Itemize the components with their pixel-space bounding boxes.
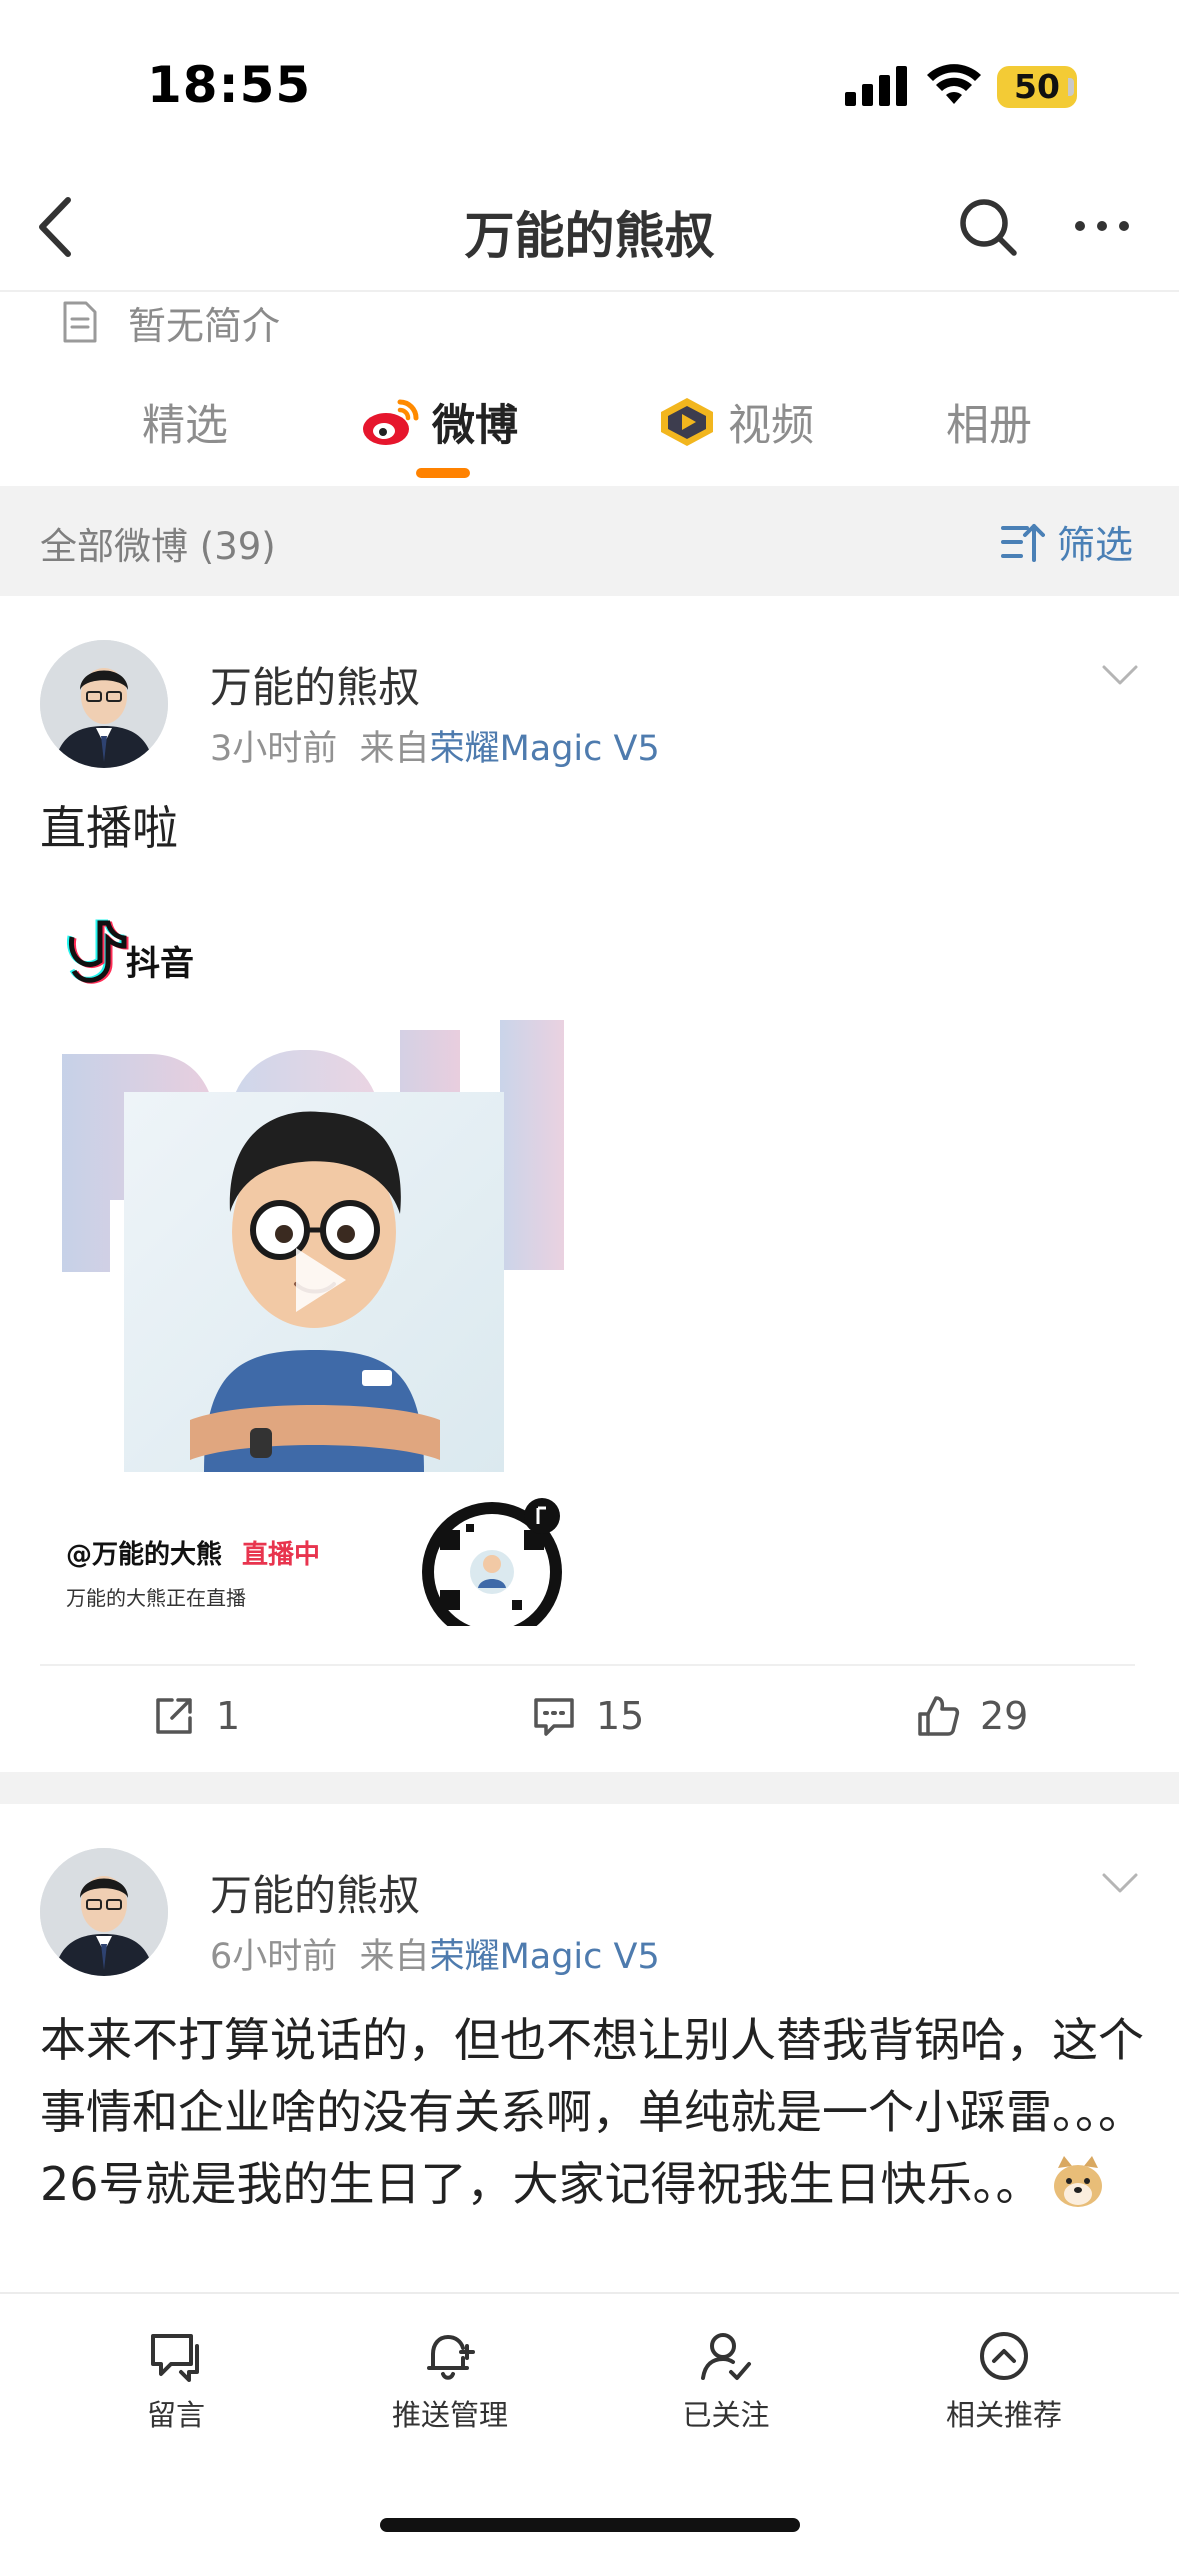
thumbs-up-icon [918,1696,960,1736]
live-card-image [40,900,588,1626]
filter-bar: 全部微博 (39) 筛选 [0,486,1179,596]
status-bar: 18:55 50 [0,0,1179,160]
bottom-action-bar: 留言 推送管理 已关注 相关推荐 [0,2292,1179,2556]
tab-featured[interactable]: 精选 [142,392,228,452]
filter-button[interactable]: 筛选 [1000,514,1133,569]
tab-album[interactable]: 相册 [946,392,1032,452]
tab-label: 视频 [728,401,814,451]
weibo-logo-icon [363,399,419,445]
post-actions: 1 15 29 [40,1664,1135,1772]
tab-label: 精选 [142,401,228,451]
avatar[interactable] [40,1848,168,1976]
video-badge-icon [661,398,713,446]
post-text: 直播啦 [40,801,178,855]
message-button[interactable]: 留言 [66,2328,286,2434]
message-icon [151,2334,199,2382]
post-source[interactable]: 荣耀Magic V5 [430,1937,660,1977]
post-author[interactable]: 万能的熊叔 [210,1862,420,1923]
post-text: 本来不打算说话的，但也不想让别人替我背锅哈，这个事情和企业啥的没有关系啊，单纯就… [40,2004,1150,2220]
live-subtitle: 万能的大熊正在直播 [66,1586,246,1610]
post-from: 来自 [359,729,430,769]
filter-icon [1000,523,1045,562]
post-card: 万能的熊叔 6小时前 来自荣耀Magic V5 本来不打算说话的，但也不想让别人… [0,1804,1179,2292]
profile-bio: 暂无简介 [62,292,280,352]
repost-button[interactable]: 1 [152,1694,240,1738]
tab-video[interactable]: 视频 [656,392,814,452]
post-media-live-card[interactable]: 抖音 @万能的大熊 直播中 万能的大熊正在直播 [40,900,588,1626]
search-icon[interactable] [955,194,1021,260]
document-icon [63,301,97,343]
like-button[interactable]: 29 [916,1694,1028,1738]
related-recommend-button[interactable]: 相关推荐 [894,2328,1114,2434]
doge-emoji-icon [1053,2156,1102,2207]
tab-label: 微博 [432,401,518,451]
post-separator [0,1772,1179,1804]
douyin-label: 抖音 [126,944,194,984]
live-badge: 直播中 [242,1540,321,1570]
tab-label: 相册 [946,401,1032,451]
followed-user-icon [701,2333,751,2380]
comment-count: 15 [596,1694,645,1738]
post-from: 来自 [359,1937,430,1977]
like-count: 29 [980,1694,1029,1738]
filter-label: 筛选 [1056,523,1133,567]
following-label: 已关注 [682,2398,770,2432]
chevron-down-icon[interactable] [1100,1870,1140,1896]
status-time: 18:55 [147,56,312,114]
profile-tabs: 精选 微博 视频 相册 [0,370,1179,482]
post-author[interactable]: 万能的熊叔 [210,654,420,715]
recommend-icon [980,2332,1028,2380]
repost-count: 1 [216,1694,241,1738]
push-settings-button[interactable]: 推送管理 [340,2328,560,2434]
post-meta: 3小时前 来自荣耀Magic V5 [210,720,660,771]
battery-tip [1068,78,1074,96]
avatar-image [40,1848,168,1976]
avatar-image [40,640,168,768]
post-source[interactable]: 荣耀Magic V5 [430,729,660,769]
comment-icon [534,1698,574,1736]
bell-icon [427,2334,475,2380]
post-text-body: 本来不打算说话的，但也不想让别人替我背锅哈，这个事情和企业啥的没有关系啊，单纯就… [40,2013,1144,2211]
nav-bar: 万能的熊叔 [0,160,1179,292]
home-indicator [380,2518,800,2532]
active-tab-indicator [416,468,470,478]
comment-button[interactable]: 15 [532,1694,644,1738]
post-count-label: 全部微博 (39) [40,525,276,568]
share-icon [156,1698,192,1734]
cellular-signal-icon [845,66,907,106]
post-meta: 6小时前 来自荣耀Magic V5 [210,1928,660,1979]
related-recommend-label: 相关推荐 [945,2398,1062,2432]
message-label: 留言 [146,2398,205,2432]
tab-weibo[interactable]: 微博 [360,392,518,452]
post-time: 3小时前 [210,729,338,769]
live-handle: @万能的大熊 [66,1540,223,1570]
wifi-icon [927,64,981,104]
avatar[interactable] [40,640,168,768]
bio-text: 暂无简介 [128,303,281,348]
chevron-down-icon[interactable] [1100,662,1140,688]
post-time: 6小时前 [210,1937,338,1977]
push-settings-label: 推送管理 [391,2398,508,2432]
more-icon[interactable] [1072,216,1132,236]
battery-indicator: 50 [997,66,1077,108]
following-button[interactable]: 已关注 [616,2328,836,2434]
